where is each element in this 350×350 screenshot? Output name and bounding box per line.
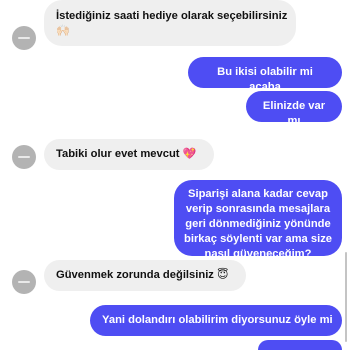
message-text: Güvenmek zorunda değilsiniz — [56, 269, 214, 281]
message-text: İstediğiniz saati hediye olarak seçebili… — [56, 10, 288, 22]
outgoing-message[interactable]: Elinizde var mı — [246, 91, 342, 127]
scrollbar[interactable] — [345, 252, 347, 342]
message-text: Yani dolandırı olabilirim diyorsunuz öyl… — [102, 314, 333, 326]
raising-hands-emoji-icon: 🙌🏻 — [56, 25, 70, 37]
message-text: Tabiki olur evet mevcut — [56, 148, 180, 160]
avatar-logo-icon — [18, 156, 30, 158]
incoming-message[interactable]: İstediğiniz saati hediye olarak seçebili… — [44, 0, 296, 46]
avatar[interactable] — [12, 270, 36, 294]
chat-thread: İstediğiniz saati hediye olarak seçebili… — [0, 0, 350, 350]
avatar[interactable] — [12, 145, 36, 169]
incoming-message[interactable]: Güvenmek zorunda değilsiniz 😇 — [44, 260, 246, 291]
outgoing-message[interactable]: Bu ikisi olabilir mi acaba — [188, 57, 342, 93]
avatar[interactable] — [12, 26, 36, 50]
avatar-logo-icon — [18, 37, 30, 39]
outgoing-message-partial[interactable] — [258, 340, 342, 350]
message-text: Elinizde var mı — [262, 100, 326, 127]
message-text: Siparişi alana kadar cevap verip sonrası… — [184, 188, 333, 260]
sparkling-heart-emoji-icon: 💖 — [182, 148, 197, 160]
smiling-face-with-halo-emoji-icon: 😇 — [217, 269, 229, 281]
incoming-message[interactable]: Tabiki olur evet mevcut 💖 — [44, 139, 214, 170]
message-text: Bu ikisi olabilir mi acaba — [217, 66, 313, 93]
outgoing-message[interactable]: Yani dolandırı olabilirim diyorsunuz öyl… — [90, 305, 342, 336]
avatar-logo-icon — [18, 281, 30, 283]
outgoing-message[interactable]: Siparişi alana kadar cevap verip sonrası… — [174, 180, 342, 260]
